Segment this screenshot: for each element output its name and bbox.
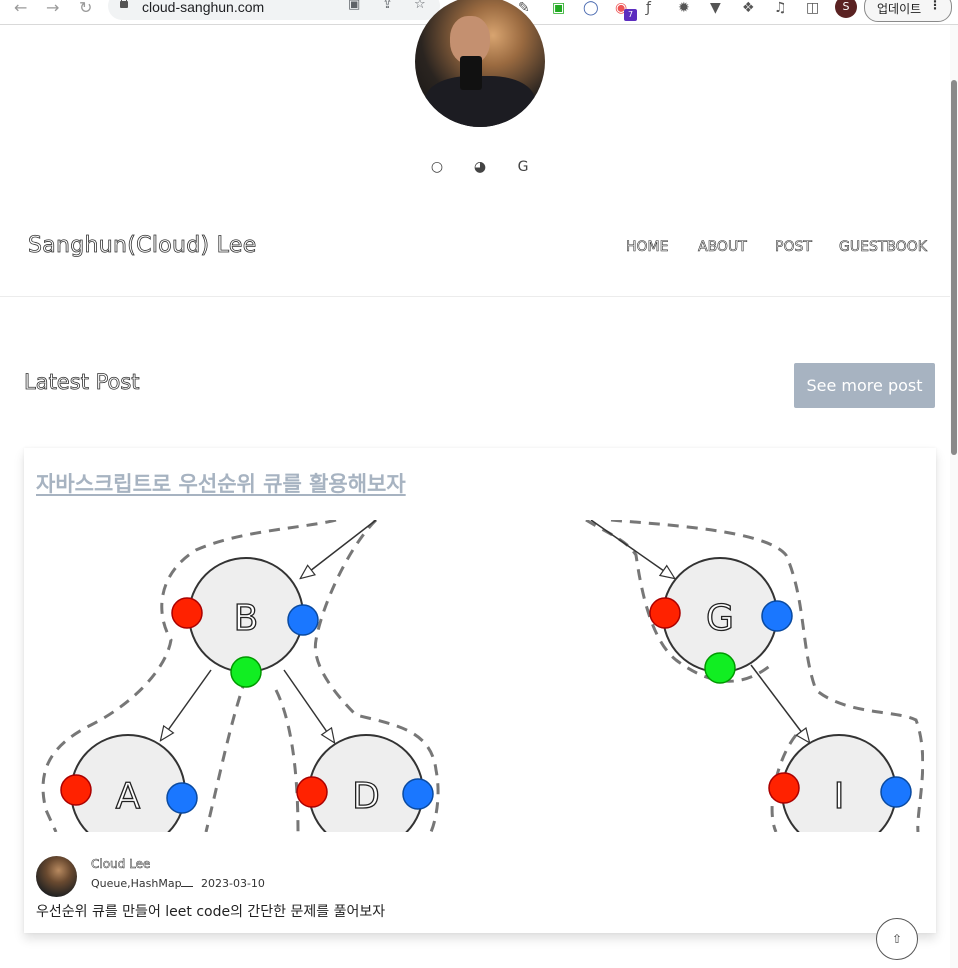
site-title[interactable]: Sanghun(Cloud) Lee [28, 233, 257, 259]
more-icon[interactable]: ⋮ [929, 0, 941, 12]
scrollbar[interactable] [950, 25, 958, 968]
nav-about[interactable]: ABOUT [698, 239, 747, 256]
post-thumbnail[interactable]: B G A D I [36, 520, 924, 832]
profile-avatar[interactable]: S [835, 0, 857, 18]
extension-icon[interactable]: ▣ [552, 0, 565, 16]
post-date: 2023-03-10 [201, 877, 265, 890]
url-text: cloud-sanghun.com [142, 0, 265, 15]
node-label: G [706, 598, 734, 639]
forward-icon[interactable]: → [46, 0, 59, 18]
author-name: Cloud Lee [91, 857, 151, 872]
post-title[interactable]: 자바스크립트로 우선순위 큐를 활용해보자 [36, 468, 406, 498]
post-description: 우선순위 큐를 만들어 leet code의 간단한 문제를 풀어보자 [36, 904, 386, 920]
meta-separator [181, 886, 193, 887]
scrollbar-thumb[interactable] [951, 80, 957, 455]
media-icon[interactable]: ♫ [774, 0, 787, 16]
update-button[interactable]: 업데이트 ⋮ [864, 0, 952, 22]
nav-post[interactable]: POST [775, 239, 813, 256]
back-icon[interactable]: ← [14, 0, 27, 18]
nav-guestbook[interactable]: GUESTBOOK [839, 239, 928, 256]
profile-photo [415, 0, 545, 127]
puzzle-icon[interactable]: ❖ [742, 0, 755, 16]
author-avatar [36, 856, 77, 897]
header-divider [0, 296, 950, 297]
translate-icon[interactable]: ▣ [348, 0, 360, 12]
extension-icon[interactable]: ◯ [583, 0, 599, 16]
see-more-button[interactable]: See more post [794, 363, 935, 408]
nav-home[interactable]: HOME [626, 239, 669, 256]
post-card[interactable]: 자바스크립트로 우선순위 큐를 활용해보자 B G A D I Cloud Le… [24, 448, 936, 933]
bug-icon[interactable]: ✹ [678, 0, 690, 16]
side-panel-icon[interactable]: ◫ [806, 0, 819, 16]
extension-badge: 7 [624, 9, 637, 21]
update-label: 업데이트 [877, 2, 922, 16]
address-bar[interactable]: cloud-sanghun.com ▣ ⇪ ☆ [108, 0, 440, 20]
bookmark-star-icon[interactable]: ☆ [414, 0, 426, 12]
share-icon[interactable]: ⇪ [382, 0, 393, 12]
extension-icon[interactable]: ƒ [646, 0, 651, 16]
post-tags: Queue,HashMap [91, 877, 182, 890]
node-label: D [352, 776, 380, 817]
scroll-to-top-button[interactable]: ⇧ [876, 918, 918, 960]
github-icon[interactable]: ◕ [471, 158, 489, 176]
reload-icon[interactable]: ↻ [79, 0, 92, 18]
google-icon[interactable]: G [514, 158, 532, 176]
vue-icon[interactable]: ▼ [710, 0, 721, 16]
lock-icon [120, 0, 128, 8]
node-label: A [116, 776, 141, 817]
node-label: I [834, 776, 845, 817]
node-label: B [234, 598, 259, 639]
instagram-icon[interactable]: ○ [428, 158, 446, 176]
section-heading: Latest Post [24, 370, 140, 395]
